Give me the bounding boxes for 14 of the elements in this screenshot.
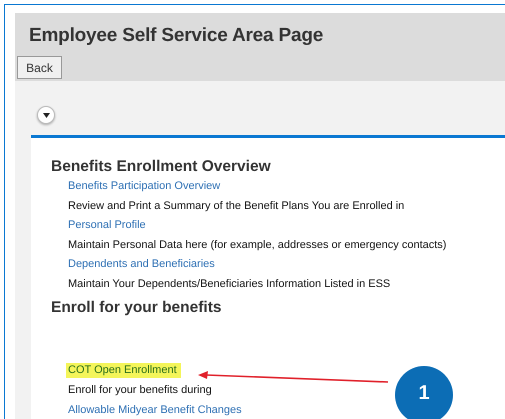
description-text: Enroll for your benefits during bbox=[68, 384, 212, 397]
section-heading: Benefits Enrollment Overview bbox=[51, 158, 272, 176]
highlighted-link[interactable]: COT Open Enrollment bbox=[66, 362, 181, 378]
link[interactable]: Benefits Participation Overview bbox=[68, 180, 220, 193]
page-title: Employee Self Service Area Page bbox=[29, 25, 324, 47]
back-button[interactable]: Back bbox=[17, 56, 62, 79]
description-text: Maintain Your Dependents/Beneficiaries Information Listed in ESS bbox=[68, 278, 390, 290]
section-heading: Enroll for your benefits bbox=[51, 298, 223, 316]
link[interactable]: Dependents and Beneficiaries bbox=[68, 258, 215, 271]
expand-toggle-icon[interactable] bbox=[37, 106, 55, 124]
link[interactable]: Personal Profile bbox=[68, 219, 146, 232]
link[interactable]: Allowable Midyear Benefit Changes bbox=[68, 404, 242, 416]
description-text: Maintain Personal Data here (for example, addresses or emergency contacts) bbox=[68, 238, 446, 252]
description-text: Review and Print a Summary of the Benefit Plans You are Enrolled in bbox=[68, 200, 404, 212]
